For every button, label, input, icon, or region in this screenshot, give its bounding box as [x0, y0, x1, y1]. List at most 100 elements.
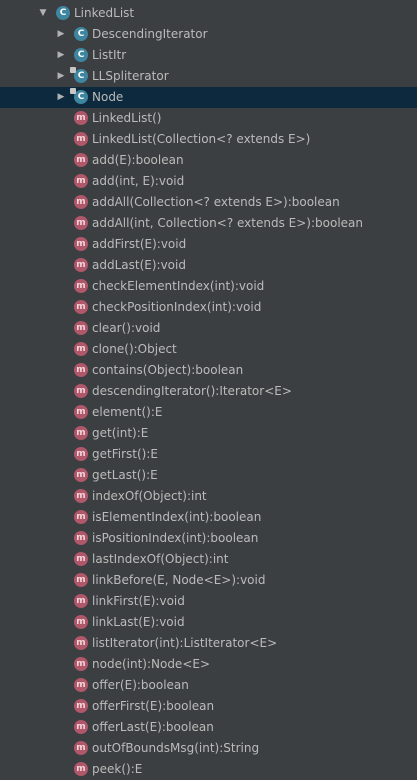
- tree-node-method[interactable]: m addAll(Collection<? extends E>):boolean: [0, 192, 417, 213]
- method-icon-letter: m: [76, 323, 86, 333]
- tree-node-label: lastIndexOf(Object):int: [92, 552, 229, 566]
- method-icon: m: [74, 279, 88, 293]
- tree-node-method[interactable]: m linkLast(E):void: [0, 612, 417, 633]
- tree-node-method[interactable]: m checkElementIndex(int):void: [0, 276, 417, 297]
- method-icon: m: [74, 426, 88, 440]
- method-icon: m: [74, 699, 88, 713]
- tree-node-method[interactable]: m checkPositionIndex(int):void: [0, 297, 417, 318]
- chevron-right-icon[interactable]: ▶: [56, 66, 66, 87]
- method-icon: m: [74, 615, 88, 629]
- class-icon: C: [70, 67, 88, 83]
- tree-node-method[interactable]: m addFirst(E):void: [0, 234, 417, 255]
- method-icon-letter: m: [76, 197, 86, 207]
- method-icon-letter: m: [76, 113, 86, 123]
- tree-node-method[interactable]: m linkFirst(E):void: [0, 591, 417, 612]
- tree-node-method[interactable]: m offerFirst(E):boolean: [0, 696, 417, 717]
- tree-node-method[interactable]: m LinkedList(): [0, 108, 417, 129]
- tree-node-method[interactable]: m node(int):Node<E>: [0, 654, 417, 675]
- method-icon: m: [74, 531, 88, 545]
- tree-node-descendingiterator[interactable]: ▶ C DescendingIterator: [0, 24, 417, 45]
- tree-node-label: contains(Object):boolean: [92, 363, 244, 377]
- method-icon-letter: m: [76, 302, 86, 312]
- tree-node-label: node(int):Node<E>: [92, 657, 211, 671]
- method-icon-letter: m: [76, 428, 86, 438]
- tree-node-method[interactable]: m addLast(E):void: [0, 255, 417, 276]
- method-icon-letter: m: [76, 449, 86, 459]
- tree-node-node[interactable]: ▶ C Node: [0, 87, 417, 108]
- tree-node-label: linkBefore(E, Node<E>):void: [92, 573, 266, 587]
- tree-node-label: offerFirst(E):boolean: [92, 699, 215, 713]
- method-icon-letter: m: [76, 134, 86, 144]
- tree-node-method[interactable]: m getLast():E: [0, 465, 417, 486]
- chevron-right-icon[interactable]: ▶: [56, 24, 66, 45]
- tree-node-method[interactable]: m lastIndexOf(Object):int: [0, 549, 417, 570]
- tree-node-method[interactable]: m listIterator(int):ListIterator<E>: [0, 633, 417, 654]
- method-icon-letter: m: [76, 281, 86, 291]
- method-icon-letter: m: [76, 617, 86, 627]
- tree-node-method[interactable]: m linkBefore(E, Node<E>):void: [0, 570, 417, 591]
- tree-node-method[interactable]: m isElementIndex(int):boolean: [0, 507, 417, 528]
- method-icon-letter: m: [76, 659, 86, 669]
- tree-node-method[interactable]: m addAll(int, Collection<? extends E>):bo…: [0, 213, 417, 234]
- method-icon: m: [74, 300, 88, 314]
- method-icon-letter: m: [76, 533, 86, 543]
- tree-node-method[interactable]: m clear():void: [0, 318, 417, 339]
- method-icon-letter: m: [76, 239, 86, 249]
- tree-node-method[interactable]: m add(E):boolean: [0, 150, 417, 171]
- tree-node-label: outOfBoundsMsg(int):String: [92, 741, 260, 755]
- tree-node-method[interactable]: m add(int, E):void: [0, 171, 417, 192]
- class-icon: C: [56, 6, 70, 20]
- method-list: m LinkedList() m LinkedList(Collection<? ex…: [0, 108, 417, 780]
- method-icon-letter: m: [76, 155, 86, 165]
- tree-node-label: getFirst():E: [92, 447, 158, 461]
- tree-node-method[interactable]: m offer(E):boolean: [0, 675, 417, 696]
- tree-node-label: addLast(E):void: [92, 258, 186, 272]
- tree-node-method[interactable]: m getFirst():E: [0, 444, 417, 465]
- structure-tree: ▼ C LinkedList ▶ C DescendingIterator ▶ …: [0, 3, 417, 780]
- tree-node-label: offerLast(E):boolean: [92, 720, 214, 734]
- method-icon-letter: m: [76, 764, 86, 774]
- tree-node-method[interactable]: m indexOf(Object):int: [0, 486, 417, 507]
- tree-node-label: peek():E: [92, 762, 143, 776]
- method-icon: m: [74, 258, 88, 272]
- tree-node-label: clear():void: [92, 321, 161, 335]
- method-icon: m: [74, 321, 88, 335]
- method-icon: m: [74, 342, 88, 356]
- method-icon: m: [74, 741, 88, 755]
- method-icon-letter: m: [76, 596, 86, 606]
- method-icon-letter: m: [76, 470, 86, 480]
- tree-node-method[interactable]: m get(int):E: [0, 423, 417, 444]
- method-icon: m: [74, 132, 88, 146]
- method-icon: m: [74, 594, 88, 608]
- tree-node-method[interactable]: m element():E: [0, 402, 417, 423]
- tree-node-method[interactable]: m peek():E: [0, 759, 417, 780]
- tree-node-method[interactable]: m descendingIterator():Iterator<E>: [0, 381, 417, 402]
- method-icon-letter: m: [76, 638, 86, 648]
- tree-node-method[interactable]: m contains(Object):boolean: [0, 360, 417, 381]
- method-icon: m: [74, 153, 88, 167]
- method-icon-letter: m: [76, 218, 86, 228]
- tree-node-llspliterator[interactable]: ▶ C LLSpliterator: [0, 66, 417, 87]
- tree-node-listitr[interactable]: ▶ C ListItr: [0, 45, 417, 66]
- method-icon: m: [74, 174, 88, 188]
- tree-node-method[interactable]: m clone():Object: [0, 339, 417, 360]
- chevron-down-icon[interactable]: ▼: [38, 3, 48, 24]
- method-icon: m: [74, 237, 88, 251]
- tree-node-label: indexOf(Object):int: [92, 489, 207, 503]
- tree-node-method[interactable]: m offerLast(E):boolean: [0, 717, 417, 738]
- method-icon: m: [74, 552, 88, 566]
- tree-node-method[interactable]: m LinkedList(Collection<? extends E>): [0, 129, 417, 150]
- method-icon: m: [74, 384, 88, 398]
- chevron-right-icon[interactable]: ▶: [56, 87, 66, 108]
- chevron-right-icon[interactable]: ▶: [56, 45, 66, 66]
- tree-node-label: checkPositionIndex(int):void: [92, 300, 262, 314]
- method-icon-letter: m: [76, 554, 86, 564]
- tree-node-label: LinkedList(): [92, 111, 162, 125]
- tree-node-label: offer(E):boolean: [92, 678, 189, 692]
- tree-node-linkedlist[interactable]: ▼ C LinkedList: [0, 3, 417, 24]
- method-icon-letter: m: [76, 722, 86, 732]
- tree-node-method[interactable]: m isPositionIndex(int):boolean: [0, 528, 417, 549]
- method-icon: m: [74, 510, 88, 524]
- tree-node-method[interactable]: m outOfBoundsMsg(int):String: [0, 738, 417, 759]
- tree-node-label: linkLast(E):void: [92, 615, 185, 629]
